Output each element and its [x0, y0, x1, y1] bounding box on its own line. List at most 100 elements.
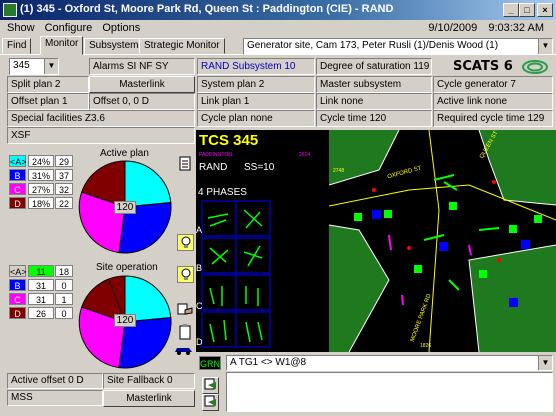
phase-label-d: D: [196, 337, 203, 347]
phase-b-label: B: [9, 169, 26, 181]
menu-bar: Show Configure Options 9/10/2009 9:03:32…: [0, 20, 556, 36]
chevron-down-icon[interactable]: ▼: [538, 356, 552, 370]
document-icon[interactable]: [176, 156, 193, 173]
phase-b-pct: 31%: [28, 169, 54, 181]
generator-value: Generator site, Cam 173, Peter Rusli (1)…: [247, 40, 499, 51]
system-plan-field: System plan 2: [197, 76, 315, 93]
special-facilities-field: Special facilities Z3.6: [7, 110, 195, 127]
required-cycle-field: Required cycle time 129: [433, 110, 553, 127]
site-fallback-field: Site Fallback 0: [103, 373, 195, 389]
menu-configure[interactable]: Configure: [45, 22, 93, 34]
scats-swirl-icon: [522, 60, 548, 74]
so-phase-a-num: 18: [55, 265, 73, 277]
phase-a-label: <A>: [9, 155, 27, 167]
lightbulb-icon[interactable]: [177, 266, 194, 283]
tab-strategic-monitor[interactable]: Strategic Monitor: [139, 38, 225, 54]
master-subsystem-field: Master subsystem: [316, 76, 432, 93]
so-phase-b-label: B: [9, 279, 26, 291]
offset-field: Offset 0, 0 D: [89, 93, 195, 110]
time-label: 9:03:32 AM: [488, 22, 544, 34]
menu-show[interactable]: Show: [7, 22, 35, 34]
tab-monitor[interactable]: Monitor: [40, 36, 84, 55]
phase-c-pct: 27%: [28, 183, 54, 195]
degree-saturation-field: Degree of saturation 119: [316, 58, 432, 75]
rand-subsystem-link[interactable]: RAND Subsystem 10: [197, 58, 315, 75]
cycle-time-field: Cycle time 120: [316, 110, 432, 127]
so-phase-c-label: C: [9, 293, 26, 305]
grn-indicator: GRN: [199, 356, 221, 370]
phase-diagrams: [201, 200, 271, 348]
so-phase-b-pct: 31: [28, 279, 54, 291]
masterlink-button[interactable]: Masterlink: [89, 76, 195, 93]
phase-a-pct: 24%: [28, 155, 54, 167]
so-phase-a-label: <A>: [9, 265, 27, 277]
so-phase-d-pct: 26: [28, 307, 54, 319]
phase-d-num: 22: [55, 197, 73, 209]
site-operation-title: Site operation: [96, 262, 158, 273]
phase-a-num: 29: [55, 155, 73, 167]
offset-plan-field: Offset plan 1: [7, 93, 89, 110]
log-icon[interactable]: [202, 394, 219, 411]
menu-options[interactable]: Options: [102, 22, 140, 34]
tcs-code: 2614: [299, 152, 311, 158]
xsf-field: XSF: [7, 127, 195, 144]
car-icon[interactable]: [173, 344, 195, 361]
phase-label-b: B: [196, 263, 203, 273]
command-value: A TG1 <> W1@8: [230, 357, 307, 368]
label-1826: 1826: [420, 343, 432, 349]
chevron-down-icon[interactable]: ▼: [44, 59, 58, 74]
scats-logo-text: SCATS 6: [453, 59, 513, 74]
so-phase-b-num: 0: [55, 279, 73, 291]
split-plan-field: Split plan 2: [7, 76, 89, 93]
lightbulb-icon[interactable]: [177, 234, 194, 251]
title-bar: (1) 345 - Oxford St, Moore Park Rd, Quee…: [0, 0, 556, 20]
site-operation-center: 120: [114, 314, 136, 327]
link-plan-field: Link plan 1: [197, 93, 315, 110]
hand-document-icon[interactable]: [176, 302, 193, 319]
mss-field: MSS: [7, 390, 103, 406]
close-button[interactable]: ×: [537, 3, 553, 17]
site-combo[interactable]: 345 ▼: [9, 58, 59, 75]
cycle-generator-field: Cycle generator 7: [433, 76, 553, 93]
phase-label-c: C: [196, 301, 203, 311]
clock: 9/10/2009 9:03:32 AM: [421, 20, 544, 36]
tcs-rand: RAND: [199, 162, 228, 173]
tcs-display: TCS 345 PADDINGTON 2614 RAND SS=10 4 PHA…: [196, 130, 556, 352]
log-icon[interactable]: [202, 377, 219, 394]
message-list[interactable]: [226, 372, 553, 412]
phase-c-num: 32: [55, 183, 73, 195]
phase-c-label: C: [9, 183, 26, 195]
window-title: (1) 345 - Oxford St, Moore Park Rd, Quee…: [20, 3, 394, 15]
phase-d-label: D: [9, 197, 26, 209]
so-phase-d-num: 0: [55, 307, 73, 319]
tab-find[interactable]: Find: [2, 38, 32, 54]
tcs-title: TCS 345: [199, 132, 259, 149]
maximize-button[interactable]: □: [519, 3, 535, 17]
active-plan-title: Active plan: [100, 148, 149, 159]
minimize-button[interactable]: _: [503, 3, 519, 17]
clipboard-icon[interactable]: [176, 324, 193, 341]
active-offset-field: Active offset 0 D: [7, 373, 103, 389]
active-link-field: Active link none: [433, 93, 553, 110]
tab-subsystem[interactable]: Subsystem: [84, 38, 144, 54]
so-phase-a-pct: 11: [28, 265, 54, 277]
phase-label-a: A: [196, 225, 203, 235]
scats-logo: SCATS 6: [433, 58, 553, 76]
so-phase-c-num: 1: [55, 293, 73, 305]
tcs-phases: 4 PHASES: [198, 187, 247, 198]
so-phase-c-pct: 31: [28, 293, 54, 305]
cycle-plan-field: Cycle plan none: [197, 110, 315, 127]
label-2748: 2748: [333, 168, 345, 174]
intersection-map: [329, 130, 556, 352]
so-phase-d-label: D: [9, 307, 26, 319]
generator-combo[interactable]: Generator site, Cam 173, Peter Rusli (1)…: [243, 38, 553, 55]
tcs-ss: SS=10: [244, 162, 275, 173]
date-label: 9/10/2009: [428, 22, 478, 34]
app-icon: [3, 3, 17, 17]
masterlink-bottom-button[interactable]: Masterlink: [103, 390, 195, 407]
command-combo[interactable]: A TG1 <> W1@8 ▼: [226, 355, 553, 371]
tcs-suburb: PADDINGTON: [199, 152, 232, 158]
chevron-down-icon[interactable]: ▼: [538, 39, 552, 54]
alarms-field: Alarms SI NF SY: [89, 58, 195, 75]
link-none-field: Link none: [316, 93, 432, 110]
